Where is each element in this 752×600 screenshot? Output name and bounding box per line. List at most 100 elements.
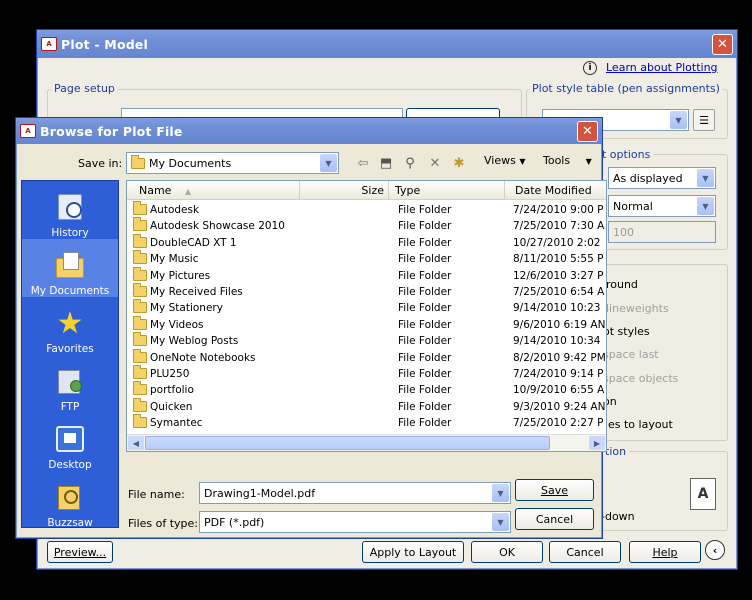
file-list-row[interactable]: portfolio File Folder 10/9/2010 6:55 A [127,381,606,398]
learn-about-plotting-link[interactable]: Learn about Plotting [606,61,718,74]
file-name-field[interactable]: Drawing1-Model.pdf ▼ [199,482,511,504]
file-type-cell: File Folder [398,351,452,364]
help-button[interactable]: Help [629,541,701,563]
up-folder-icon[interactable]: ⬒ [377,154,395,172]
folder-icon [131,154,145,169]
file-list-row[interactable]: My Music File Folder 8/11/2010 5:55 P [127,250,606,267]
quality-value: Normal [613,199,653,213]
file-type-cell: File Folder [398,302,452,315]
place-favorites[interactable]: ★ Favorites [22,297,118,356]
file-list-row[interactable]: OneNote Notebooks File Folder 8/2/2010 9:4… [127,348,606,366]
views-menu[interactable]: Views ▼ [484,154,526,167]
option-hide-paperspace-objects[interactable]: space objects [603,372,678,385]
column-name[interactable]: Name ▲ [127,181,300,200]
file-type-cell: File Folder [398,417,452,430]
option-plot-styles[interactable]: ot styles [603,325,650,338]
file-list-row[interactable]: My Stationery File Folder 9/14/2010 10:23 [127,299,606,316]
option-paperspace-last[interactable]: space last [603,348,659,361]
ok-button[interactable]: OK [471,541,543,563]
file-list-row[interactable]: My Weblog Posts File Folder 9/14/2010 10:3… [127,332,606,349]
file-name-cell: Symantec [150,417,203,430]
file-list-row[interactable]: Symantec File Folder 7/25/2010 2:27 P [127,414,606,431]
file-type-cell: File Folder [398,236,452,249]
horizontal-scrollbar[interactable]: ◀ ▶ [127,434,606,451]
file-list-row[interactable]: My Received Files File Folder 7/25/2010 6:… [127,283,606,300]
dpi-field[interactable]: 100 [608,221,716,243]
file-date-cell: 9/14/2010 10:34 [513,335,601,348]
file-type-cell: File Folder [398,318,452,331]
file-list[interactable]: Name ▲ Size Type Date Modified Autodesk F… [126,180,607,452]
preview-button[interactable]: Preview... [47,541,113,563]
back-icon[interactable]: ⇦ [354,154,372,172]
plot-close-button[interactable]: ✕ [712,34,733,55]
buzzsaw-icon [54,482,86,514]
shaded-viewport-label: t options [599,148,654,161]
file-name-cell: My Received Files [150,286,243,298]
option-upside-down[interactable]: -down [601,510,635,523]
browse-cancel-button[interactable]: Cancel [515,508,594,530]
column-size[interactable]: Size [300,181,389,200]
autocad-app-icon: A [20,124,36,138]
place-ftp[interactable]: FTP [22,355,118,413]
quality-combo[interactable]: Normal ▼ [608,195,716,217]
save-in-combo[interactable]: My Documents ▼ [126,152,339,174]
browse-title-bar[interactable]: A Browse for Plot File ✕ [16,118,602,144]
tools-menu[interactable]: Tools ▼ [543,154,592,167]
file-list-row[interactable]: My Pictures File Folder 12/6/2010 3:27 P [127,266,606,284]
file-type-cell: File Folder [398,204,452,216]
place-buzzsaw[interactable]: Buzzsaw [22,471,118,527]
file-type-combo[interactable]: PDF (*.pdf) ▼ [199,511,511,533]
option-plot-lineweights[interactable]: lineweights [606,302,669,315]
chevron-down-icon: ▼ [492,513,509,531]
place-my-documents[interactable]: My Documents [22,239,118,297]
places-bar: History My Documents ★ Favorites FTP Des… [21,180,119,528]
file-list-row[interactable]: Autodesk Showcase 2010 File Folder 7/25/20… [127,217,606,234]
option-save-changes-to-layout[interactable]: ges to layout [601,418,673,431]
place-desktop[interactable]: Desktop [22,413,118,471]
browse-close-button[interactable]: ✕ [577,121,598,142]
scrollbar-thumb[interactable] [145,436,550,450]
column-type[interactable]: Type [389,181,505,200]
apply-to-layout-button[interactable]: Apply to Layout [362,541,464,563]
file-date-cell: 7/24/2010 9:14 P [513,368,604,380]
scroll-left-icon[interactable]: ◀ [128,436,144,450]
file-type-cell: File Folder [398,253,452,266]
scroll-right-icon[interactable]: ▶ [589,436,605,450]
autocad-app-icon: A [41,37,57,51]
dpi-value: 100 [613,225,634,239]
folder-icon [133,348,147,363]
file-name-cell: My Weblog Posts [150,335,239,348]
folder-icon [133,283,147,297]
preview-label: Preview... [53,545,107,559]
file-list-row[interactable]: DoubleCAD XT 1 File Folder 10/27/2010 2:02 [127,233,606,251]
column-name-label: Name [139,184,172,197]
file-date-cell: 9/3/2010 9:24 AN [513,400,606,413]
edit-plot-style-button[interactable]: ☰ [693,109,715,131]
orientation-icon: A [690,478,716,510]
file-list-row[interactable]: PLU250 File Folder 7/24/2010 9:14 P [127,365,606,382]
file-name-cell: My Stationery [150,302,223,315]
file-list-row[interactable]: Quicken File Folder 9/3/2010 9:24 AN [127,397,606,415]
file-date-cell: 7/25/2010 2:27 P [513,417,604,430]
browse-cancel-label: Cancel [535,512,574,526]
apply-label: Apply to Layout [369,545,457,559]
file-date-cell: 9/14/2010 10:23 [513,302,601,315]
shade-plot-combo[interactable]: As displayed ▼ [608,167,716,189]
place-desktop-label: Desktop [48,459,92,471]
place-history[interactable]: History [22,181,118,239]
file-list-row[interactable]: My Videos File Folder 9/6/2010 6:19 AN [127,315,606,333]
search-icon[interactable]: ⚲ [401,154,419,172]
folder-icon [133,233,147,248]
more-options-button[interactable]: ‹ [705,540,725,560]
chevron-down-icon: ▼ [585,157,592,166]
delete-icon[interactable]: ✕ [426,154,444,172]
column-date[interactable]: Date Modified [505,181,606,200]
save-button[interactable]: Save [515,479,594,501]
folder-icon [133,365,147,379]
plot-title-bar[interactable]: A Plot - Model ✕ [37,30,737,58]
new-folder-icon[interactable]: ✱ [450,154,468,172]
plot-cancel-button[interactable]: Cancel [549,541,621,563]
info-icon: i [583,61,597,75]
column-date-label: Date Modified [515,184,592,197]
file-list-row[interactable]: Autodesk File Folder 7/24/2010 9:00 P [127,201,606,218]
